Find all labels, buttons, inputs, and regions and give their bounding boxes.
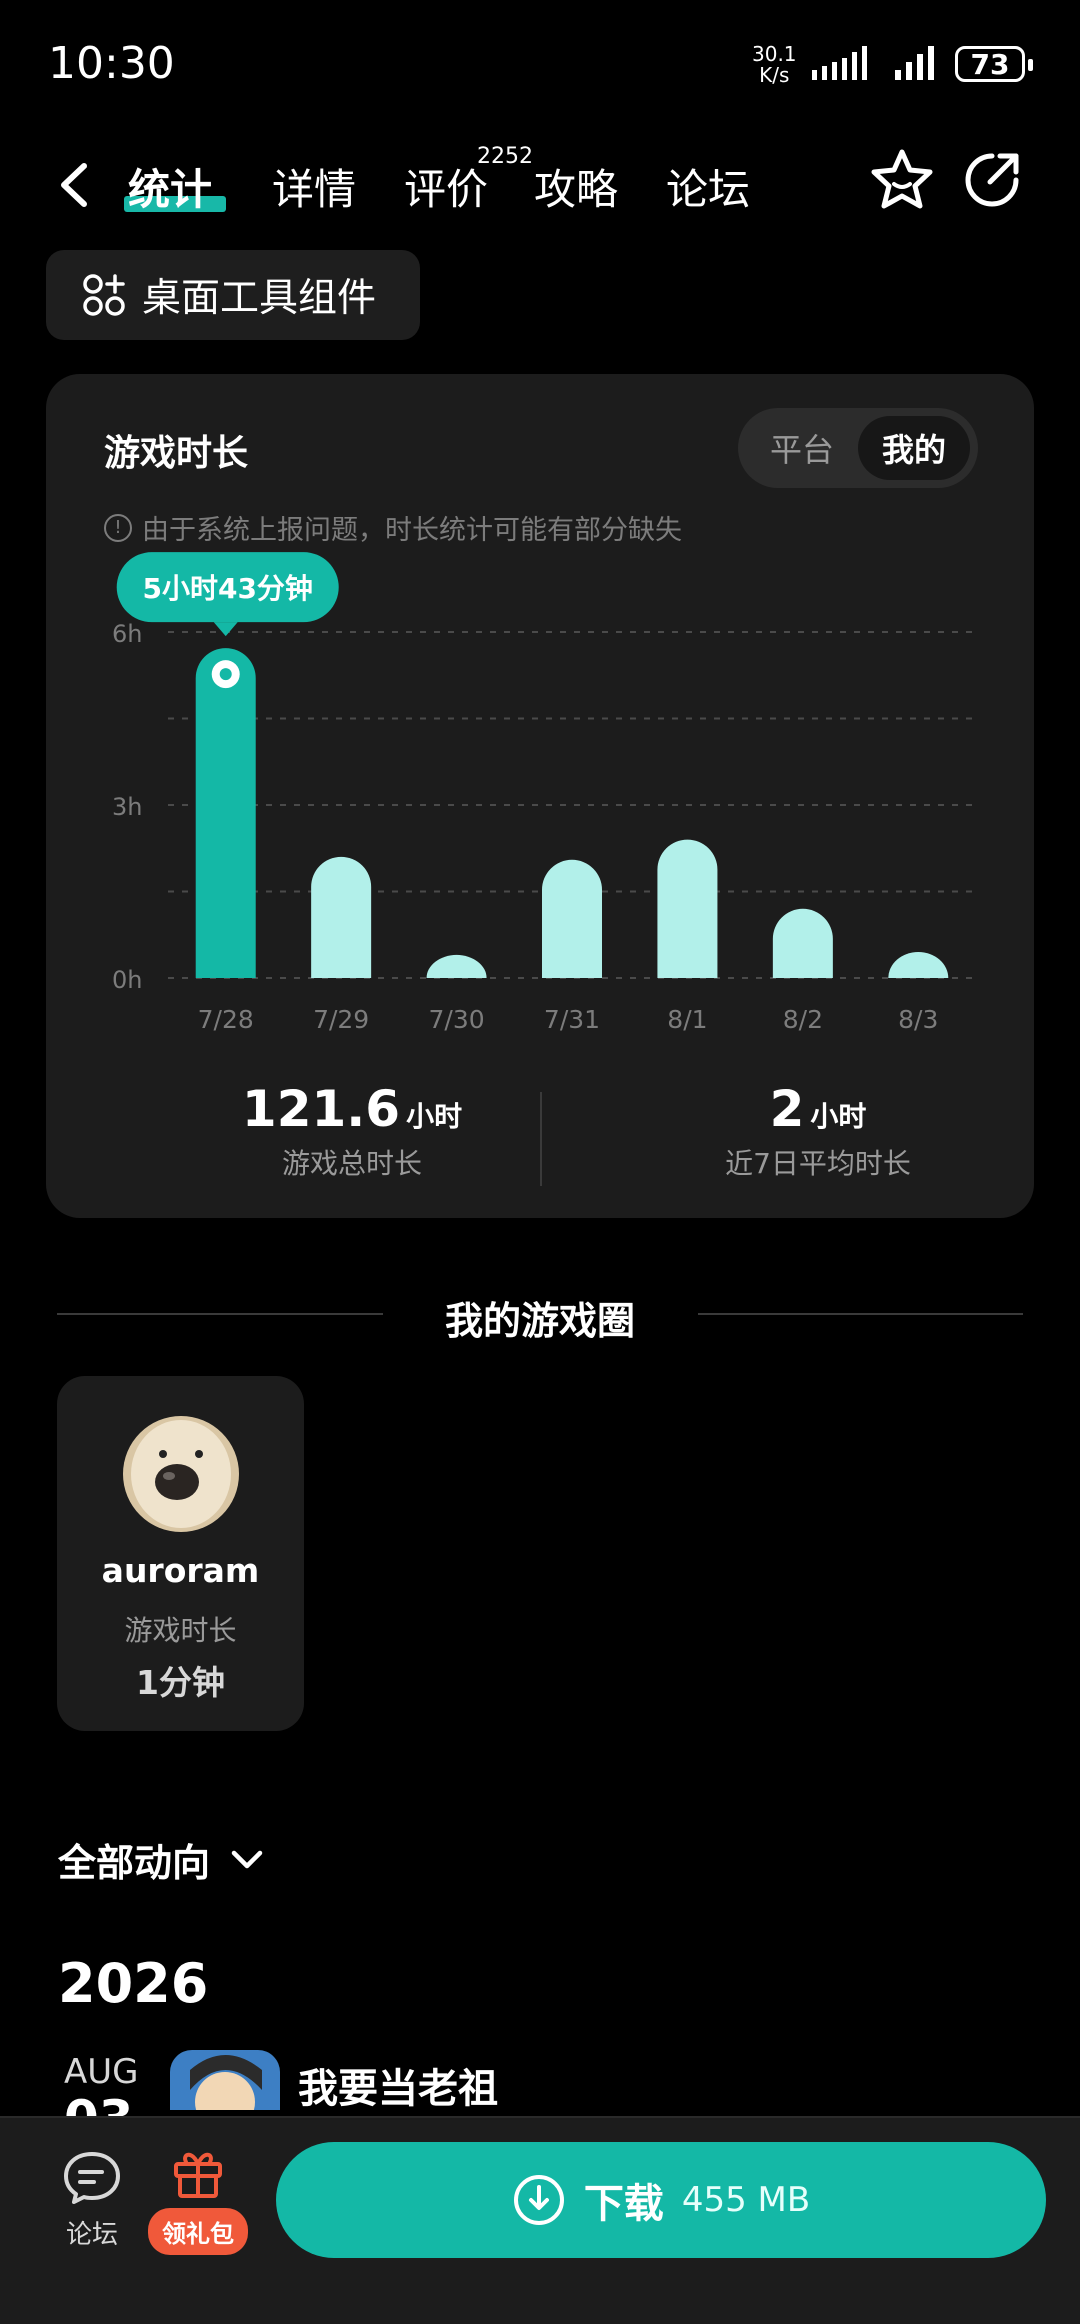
- review-count-badge: 2252: [477, 144, 533, 169]
- network-speed-value: 30.1: [752, 42, 797, 66]
- average-playtime: 2 小时 近7日平均时长: [638, 1080, 998, 1182]
- chat-bubble-icon: [64, 2152, 120, 2204]
- grid-plus-icon: [83, 274, 125, 316]
- game-circle-title: 我的游戏圈: [444, 1299, 635, 1343]
- x-tick-label: 7/31: [544, 1005, 600, 1034]
- bar: [772, 908, 833, 978]
- game-icon[interactable]: [170, 2050, 280, 2110]
- feed-month: AUG: [64, 2052, 139, 2092]
- x-tick-label: 7/29: [313, 1005, 369, 1034]
- feed-filter-label: 全部动向: [58, 1841, 211, 1885]
- playtime-card: 游戏时长 平台 我的 ! 由于系统上报问题，时长统计可能有部分缺失 0h 3h 6h…: [46, 374, 1034, 1218]
- gift-pack-label: 领礼包: [148, 2208, 248, 2255]
- chevron-down-icon: [231, 1850, 263, 1868]
- feed-year: 2026: [58, 1952, 209, 2015]
- bottom-action-bar: 论坛 领礼包 下载 455 MB: [0, 2116, 1080, 2324]
- network-speed: 30.1 K/s: [752, 44, 797, 86]
- status-bar: 10:30 30.1 K/s 73: [0, 0, 1080, 120]
- average-playtime-value: 2: [769, 1080, 805, 1138]
- x-tick-label: 8/2: [783, 1005, 823, 1034]
- desktop-widget-label: 桌面工具组件: [142, 276, 377, 321]
- tab-details[interactable]: 详情: [272, 156, 356, 217]
- tab-reviews[interactable]: 评价: [404, 156, 488, 217]
- x-tick-label: 8/1: [667, 1005, 707, 1034]
- x-tick-label: 7/28: [198, 1005, 254, 1034]
- star-icon[interactable]: [870, 148, 934, 210]
- forum-label: 论坛: [65, 2220, 118, 2250]
- total-playtime-unit: 小时: [406, 1100, 463, 1133]
- y-tick-label: 6h: [112, 620, 142, 648]
- bar: [426, 954, 487, 978]
- bar: [542, 859, 602, 978]
- x-tick-label: 8/3: [898, 1005, 938, 1034]
- friend-playtime-caption: 游戏时长: [124, 1614, 237, 1647]
- bar: [195, 648, 256, 978]
- download-label: 下载: [583, 2181, 664, 2227]
- desktop-widget-button[interactable]: 桌面工具组件: [46, 250, 420, 340]
- bar: [311, 856, 372, 978]
- status-time: 10:30: [48, 38, 175, 89]
- bar: [888, 952, 949, 978]
- back-arrow-icon[interactable]: [56, 160, 92, 210]
- signal-icon: [812, 46, 867, 80]
- total-playtime: 121.6 小时 游戏总时长: [172, 1080, 532, 1182]
- download-icon: [513, 2175, 564, 2225]
- tab-guides[interactable]: 攻略: [534, 156, 618, 217]
- feed-game-title[interactable]: 我要当老祖: [298, 2056, 498, 2114]
- battery-level: 73: [970, 47, 1010, 81]
- network-speed-unit: K/s: [759, 63, 790, 87]
- tab-forum[interactable]: 论坛: [666, 156, 750, 217]
- tooltip-text: 5小时43分钟: [142, 572, 312, 605]
- avatar: [123, 1416, 239, 1532]
- average-playtime-caption: 近7日平均时长: [725, 1147, 911, 1180]
- download-button[interactable]: 下载 455 MB: [276, 2142, 1046, 2258]
- gift-pack-button[interactable]: 领礼包: [142, 2146, 254, 2276]
- stat-divider: [540, 1092, 542, 1186]
- y-tick-label: 3h: [112, 793, 142, 821]
- feed-filter-dropdown[interactable]: 全部动向: [58, 1832, 264, 1887]
- gift-icon: [174, 2152, 222, 2198]
- signal-icon-2: [895, 46, 934, 80]
- friend-card[interactable]: auroram 游戏时长 1分钟: [57, 1376, 304, 1731]
- download-size: 455 MB: [681, 2180, 811, 2220]
- friend-playtime-value: 1分钟: [136, 1663, 225, 1702]
- total-playtime-caption: 游戏总时长: [281, 1147, 422, 1180]
- battery-icon: 73: [955, 46, 1033, 82]
- bar: [657, 839, 718, 978]
- friend-name: auroram: [101, 1551, 260, 1590]
- feed-day: 03: [64, 2090, 134, 2118]
- tab-stats[interactable]: 统计: [128, 156, 212, 217]
- highlight-marker-inner: [219, 668, 232, 681]
- share-icon[interactable]: [962, 150, 1022, 210]
- y-tick-label: 0h: [112, 966, 142, 994]
- total-playtime-value: 121.6: [241, 1080, 401, 1138]
- tooltip-pointer: [213, 622, 238, 637]
- average-playtime-unit: 小时: [810, 1100, 867, 1133]
- x-tick-label: 7/30: [429, 1005, 485, 1034]
- forum-button[interactable]: 论坛: [52, 2150, 132, 2270]
